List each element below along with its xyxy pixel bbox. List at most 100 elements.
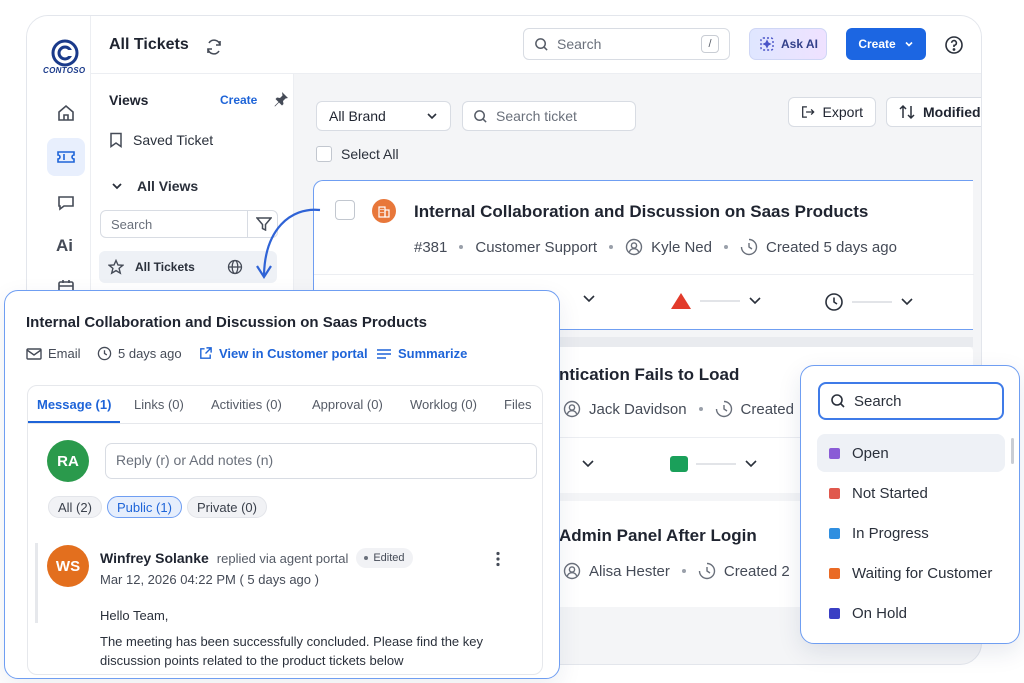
clock-icon [97,346,112,361]
chevron-down-icon [749,297,761,305]
chevron-down-icon [427,113,437,120]
email-icon [26,347,42,360]
all-views-toggle[interactable]: All Views [111,178,198,194]
message-greeting: Hello Team, [100,608,169,623]
status-option-open[interactable]: Open [817,434,1005,472]
user-icon [563,400,581,418]
avatar: WS [47,545,89,587]
views-search-placeholder: Search [111,217,153,232]
summarize-label: Summarize [398,346,468,361]
message-author[interactable]: Winfrey Solanke [100,550,209,566]
chat-icon[interactable] [56,193,76,213]
chevron-down-icon [901,298,913,306]
reply-placeholder: Reply (r) or Add notes (n) [116,452,274,468]
tab-files[interactable]: Files [504,397,531,412]
search-icon [831,394,845,408]
priority-high-icon [671,293,691,309]
refresh-icon[interactable] [205,38,223,56]
select-all-checkbox[interactable]: Select All [316,146,399,162]
more-options-icon[interactable] [495,551,501,567]
status-color-swatch [829,527,840,539]
ticket-agent: Alisa Hester [589,562,670,580]
scrollbar[interactable] [1011,438,1014,464]
tab-links[interactable]: Links (0) [134,397,184,412]
search-ticket-input[interactable]: Search ticket [462,101,636,131]
all-views-label: All Views [137,178,199,194]
priority-select[interactable] [670,292,762,310]
ask-ai-button[interactable]: Ask AI [749,28,827,60]
ticket-icon [57,151,75,163]
ai-nav-item[interactable]: Ai [56,236,73,256]
sparkle-icon [760,37,774,51]
ticket-meta: Alisa Hester Created 2 [563,562,790,580]
edited-badge: Edited [356,548,413,568]
global-search-input[interactable]: Search / [523,28,730,60]
filter-public-chip[interactable]: Public (1) [107,496,182,518]
clock-icon [698,562,716,580]
due-date-select[interactable] [824,292,914,312]
ticket-checkbox[interactable] [335,200,355,220]
sort-label: Modified [923,104,981,120]
priority-select[interactable] [670,456,758,472]
status-option-in-progress[interactable]: In Progress [817,514,1005,552]
status-search-input[interactable]: Search [818,382,1004,420]
help-icon[interactable] [944,35,964,55]
user-icon [625,238,643,256]
status-color-swatch [829,607,840,619]
ticket-title[interactable]: ntication Fails to Load [559,365,739,385]
ask-ai-label: Ask AI [781,37,818,51]
chevron-down-icon[interactable] [581,459,595,469]
tab-activities[interactable]: Activities (0) [211,397,282,412]
tab-message[interactable]: Message (1) [37,397,111,412]
status-option-label: On Hold [852,604,908,622]
chevron-down-icon[interactable] [582,294,596,304]
chevron-down-icon [112,183,122,190]
status-option-on-hold[interactable]: On Hold [817,594,1005,632]
detail-age: 5 days ago [97,346,182,361]
status-option-not-started[interactable]: Not Started [817,474,1005,512]
ticket-meta: #381 Customer Support Kyle Ned Created 5… [414,238,897,256]
brand-select-value: All Brand [329,108,386,124]
tab-approval[interactable]: Approval (0) [312,397,383,412]
message-header: Winfrey Solanke replied via agent portal… [100,548,413,568]
priority-low-icon [670,456,688,472]
curved-arrow-icon [256,208,321,280]
ticket-group: Customer Support [475,238,598,256]
ticket-title[interactable]: Admin Panel After Login [559,526,757,546]
star-icon [108,259,124,275]
status-option-label: Open [852,444,889,462]
brand-select[interactable]: All Brand [316,101,451,131]
tab-worklog[interactable]: Worklog (0) [410,397,477,412]
home-icon[interactable] [56,103,76,123]
create-view-link[interactable]: Create [220,93,257,107]
create-label: Create [858,37,896,51]
pin-icon[interactable] [273,91,289,107]
customer-portal-link[interactable]: View in Customer portal [198,346,368,361]
ticket-created: Created 2 [723,562,790,580]
views-title: Views [109,92,149,108]
message-via: replied via agent portal [216,550,349,566]
search-ticket-placeholder: Search ticket [496,108,577,124]
filter-all-chip[interactable]: All (2) [48,496,102,518]
status-option-label: In Progress [852,524,929,542]
summarize-button[interactable]: Summarize [376,346,467,361]
ticket-title[interactable]: Internal Collaboration and Discussion on… [414,202,868,222]
reply-input[interactable]: Reply (r) or Add notes (n) [105,443,537,479]
status-option-waiting-for-customer[interactable]: Waiting for Customer [817,554,1009,592]
search-icon [535,37,548,51]
status-color-swatch [829,567,840,579]
external-link-icon [200,347,212,359]
ticket-agent: Jack Davidson [589,400,687,418]
saved-ticket-item[interactable]: Saved Ticket [109,132,213,148]
export-button[interactable]: Export [788,97,876,127]
avatar: RA [47,440,89,482]
export-label: Export [822,104,863,120]
sort-button[interactable]: Modified [886,97,981,127]
create-button[interactable]: Create [846,28,926,60]
tickets-nav-item[interactable] [47,138,85,176]
detail-title: Internal Collaboration and Discussion on… [26,314,427,331]
filter-private-chip[interactable]: Private (0) [187,496,267,518]
edited-badge-label: Edited [373,552,405,564]
company-icon [372,199,396,223]
message-timestamp: Mar 12, 2026 04:22 PM ( 5 days ago ) [100,572,319,587]
